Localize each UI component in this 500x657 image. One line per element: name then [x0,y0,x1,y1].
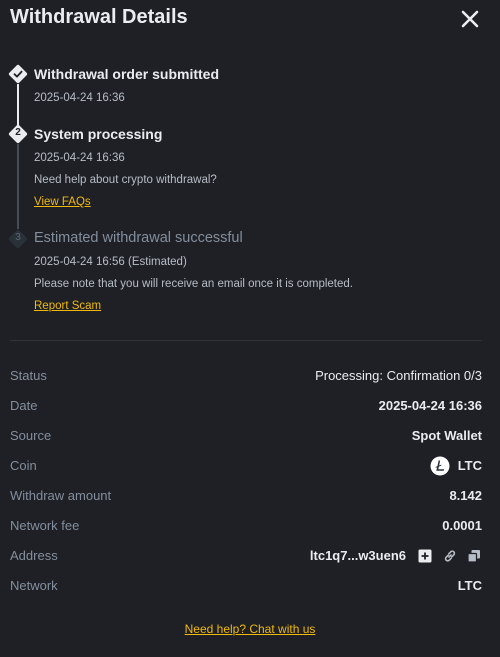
step-time: 2025-04-24 16:56 (Estimated) [34,256,187,268]
detail-row-coin: Coin LTC [0,456,500,478]
coin-value: LTC [457,458,482,473]
detail-label: Source [10,428,52,443]
page-title: Withdrawal Details [10,6,188,28]
view-faqs-link[interactable]: View FAQs [34,196,91,208]
timeline-connector [17,144,19,229]
detail-label: Coin [10,458,37,473]
detail-row-amount: Withdraw amount 8.142 [0,488,500,508]
address-value: ltc1q7...w3uen6 [309,548,406,563]
step-title: Withdrawal order submitted [34,66,220,82]
detail-row-source: Source Spot Wallet [0,428,500,448]
step-number-icon: 2 [8,124,28,144]
detail-label: Date [10,398,38,413]
detail-label: Network fee [10,518,80,533]
fee-value: 0.0001 [442,518,482,533]
step-number-icon: 3 [8,229,28,249]
divider [10,340,482,341]
help-chat-link[interactable]: Need help? Chat with us [0,622,500,636]
detail-row-fee: Network fee 0.0001 [0,518,500,538]
header: Withdrawal Details [0,0,500,38]
timeline-connector [17,84,19,129]
detail-label: Network [10,578,58,593]
detail-label: Status [10,368,47,383]
detail-label: Withdraw amount [10,488,112,503]
amount-value: 8.142 [449,488,482,503]
step-number: 2 [15,127,21,138]
step-number: 3 [15,232,21,243]
link-icon[interactable] [443,549,457,563]
detail-label: Address [10,548,58,563]
network-value: LTC [457,578,482,593]
close-icon[interactable] [458,7,482,31]
detail-row-network: Network LTC [0,578,500,598]
step-note: Need help about crypto withdrawal? [34,174,217,186]
litecoin-icon [430,456,450,476]
step-time: 2025-04-24 16:36 [34,152,125,164]
check-icon [8,64,28,84]
copy-icon[interactable] [467,549,481,563]
step-title: System processing [34,126,163,142]
step-note: Please note that you will receive an ema… [34,278,353,290]
step-time: 2025-04-24 16:36 [34,92,125,104]
detail-row-date: Date 2025-04-24 16:36 [0,398,500,418]
detail-row-status: Status Processing: Confirmation 0/3 [0,368,500,388]
source-value: Spot Wallet [411,428,482,443]
qr-code-icon[interactable] [418,549,432,563]
report-scam-link[interactable]: Report Scam [34,300,101,312]
date-value: 2025-04-24 16:36 [378,398,482,413]
detail-row-address: Address ltc1q7...w3uen6 [0,548,500,568]
status-value: Processing: Confirmation 0/3 [315,368,482,383]
step-title: Estimated withdrawal successful [34,230,243,246]
